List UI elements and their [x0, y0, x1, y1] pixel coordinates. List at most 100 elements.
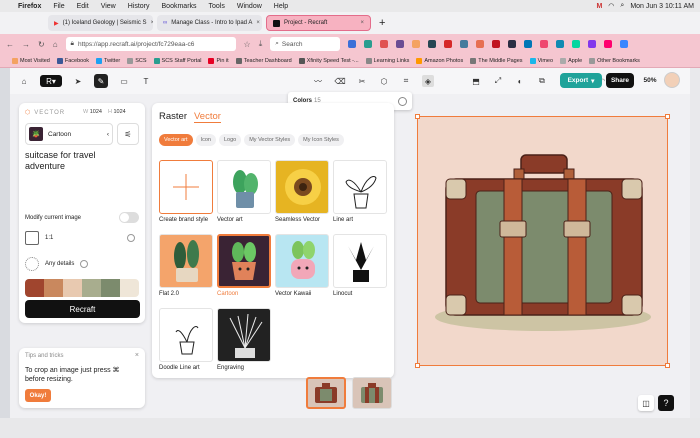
palette-swatch[interactable] — [44, 279, 63, 297]
back-arrow-icon[interactable]: ← — [6, 40, 14, 49]
canvas-frame[interactable] — [415, 114, 670, 368]
style-card-doodle-line-art[interactable]: Doodle Line art — [159, 308, 213, 371]
extension-icon[interactable] — [540, 40, 549, 48]
aspect-ratio-row[interactable]: 1:1 — [25, 231, 139, 245]
chip-icon[interactable]: Icon — [195, 134, 216, 146]
bookmark-item[interactable]: Vimeo — [529, 57, 553, 64]
bookmark-item[interactable]: Facebook — [56, 57, 89, 64]
resize-handle[interactable] — [665, 363, 670, 368]
resize-handle[interactable] — [415, 363, 420, 368]
palette-swatch[interactable] — [25, 279, 44, 297]
layers-icon[interactable]: ◫ — [638, 395, 654, 411]
style-card-flat-2[interactable]: Flat 2.0 — [159, 234, 213, 297]
menu-app-name[interactable]: Firefox — [18, 3, 41, 10]
chip-my-vector-styles[interactable]: My Vector Styles — [244, 134, 296, 146]
menu-file[interactable]: File — [53, 3, 64, 10]
new-tab-icon[interactable]: + — [379, 17, 385, 29]
chip-logo[interactable]: Logo — [218, 134, 242, 146]
extension-icon[interactable] — [604, 40, 613, 48]
address-bar[interactable]: 🔒︎ https://app.recraft.ai/project/fc729e… — [65, 37, 236, 51]
extension-icon[interactable] — [524, 40, 533, 48]
style-card-vector-kawaii[interactable]: Vector Kawaii — [275, 234, 329, 297]
extension-icon[interactable] — [508, 40, 517, 48]
mockup-tool-icon[interactable]: ⬒ — [470, 75, 482, 87]
palette-swatch[interactable] — [82, 279, 101, 297]
text-tool-icon[interactable]: T — [140, 75, 152, 87]
chip-my-icon-styles[interactable]: My Icon Styles — [298, 134, 344, 146]
palette-swatch[interactable] — [63, 279, 82, 297]
extension-icon[interactable] — [396, 40, 405, 48]
home-icon[interactable]: ⌂ — [53, 40, 58, 49]
tab-iceland-geology[interactable]: ▶ (1) Iceland Geology | Seismic S × — [48, 15, 153, 31]
close-tab-icon[interactable]: × — [151, 20, 153, 26]
dimensions[interactable]: W 1024 H 1024 — [83, 109, 126, 115]
details-radio[interactable] — [80, 260, 89, 268]
upscale-tool-icon[interactable]: ⤢ — [492, 75, 504, 87]
extension-icon[interactable] — [476, 40, 485, 48]
menu-help[interactable]: Help — [274, 3, 288, 10]
remove-bg-tool-icon[interactable]: ◐ — [514, 75, 526, 87]
style-card-engraving[interactable]: Engraving — [217, 308, 271, 371]
extension-icon[interactable] — [620, 40, 629, 48]
close-tab-icon[interactable]: × — [360, 20, 364, 26]
color-palette[interactable] — [25, 279, 139, 297]
export-button[interactable]: Export ▾ — [560, 73, 602, 88]
menu-edit[interactable]: Edit — [77, 3, 89, 10]
style-card-create-brand[interactable]: Create brand style — [159, 160, 213, 223]
recraft-generate-button[interactable]: Recraft — [25, 300, 140, 318]
extension-icon[interactable] — [460, 40, 469, 48]
resize-handle[interactable] — [415, 114, 420, 119]
bookmark-item[interactable]: Amazon Photos — [416, 57, 463, 64]
bookmark-item[interactable]: SCS Staff Portal — [153, 57, 201, 64]
close-icon[interactable]: × — [135, 352, 139, 359]
search-icon[interactable]: ⌕ — [620, 2, 624, 10]
extension-icon[interactable] — [444, 40, 453, 48]
gmail-icon[interactable]: M — [596, 3, 602, 10]
eraser-tool-icon[interactable]: ⌫ — [334, 75, 346, 87]
vectorize-tool-icon[interactable]: ⬡ — [378, 75, 390, 87]
bookmark-item[interactable]: Xfinity Speed Test -... — [298, 57, 359, 64]
style-card-linocut[interactable]: Linocut — [333, 234, 387, 297]
bookmark-item[interactable]: Most Visited — [12, 57, 50, 64]
extension-icon[interactable] — [348, 40, 357, 48]
style-card-line-art[interactable]: Line art — [333, 160, 387, 223]
details-row[interactable]: Any details — [25, 257, 139, 271]
colors-tool-icon[interactable]: ◈ — [422, 75, 434, 87]
menu-tools[interactable]: Tools — [209, 3, 225, 10]
crop-tool-icon[interactable]: ⌗ — [400, 75, 412, 87]
colors-toggle-icon[interactable] — [398, 96, 407, 106]
tab-vector[interactable]: Vector — [193, 111, 221, 123]
bookmark-item[interactable]: Apple — [560, 57, 582, 64]
generate-tool-icon[interactable]: ✎ — [94, 74, 108, 88]
pen-tool-icon[interactable]: 〰 — [312, 75, 324, 87]
extension-icon[interactable] — [364, 40, 373, 48]
bookmark-item[interactable]: Pin it — [208, 57, 229, 64]
downloads-icon[interactable]: ⤓ — [259, 39, 263, 49]
extension-icon[interactable] — [572, 40, 581, 48]
extension-icon[interactable] — [556, 40, 565, 48]
bookmark-star-icon[interactable]: ☆ — [244, 40, 251, 49]
chip-vector-art[interactable]: Vector art — [159, 134, 193, 146]
menu-history[interactable]: History — [128, 3, 150, 10]
bookmark-item[interactable]: Learning Links — [365, 57, 409, 64]
bookmark-item[interactable]: Teacher Dashboard — [235, 57, 292, 64]
extension-icon[interactable] — [428, 40, 437, 48]
menu-bookmarks[interactable]: Bookmarks — [162, 3, 197, 10]
wifi-icon[interactable]: ◠ — [608, 2, 614, 10]
palette-swatch[interactable] — [101, 279, 120, 297]
extension-icon[interactable] — [380, 40, 389, 48]
style-card-cartoon[interactable]: Cartoon — [217, 234, 271, 297]
search-input[interactable]: ⌕ Search — [270, 37, 341, 51]
tab-recraft-project[interactable]: Project - Recraft × — [266, 15, 371, 31]
bookmark-item[interactable]: The Middle Pages — [470, 57, 523, 64]
reload-icon[interactable]: ↻ — [38, 40, 45, 49]
okay-button[interactable]: Okay! — [25, 389, 51, 402]
tab-raster[interactable]: Raster — [159, 111, 187, 123]
generated-thumbnail[interactable] — [352, 377, 392, 409]
app-logo-menu[interactable]: R▾ — [40, 75, 62, 87]
tab-manage-class[interactable]: ∞ Manage Class - Intro to Ipad A × — [157, 15, 262, 31]
variations-tool-icon[interactable]: ⧉ — [536, 75, 548, 87]
tune-settings-icon[interactable]: ⚟ — [117, 123, 139, 145]
share-button[interactable]: Share — [606, 73, 634, 88]
scissors-tool-icon[interactable]: ✂ — [356, 75, 368, 87]
